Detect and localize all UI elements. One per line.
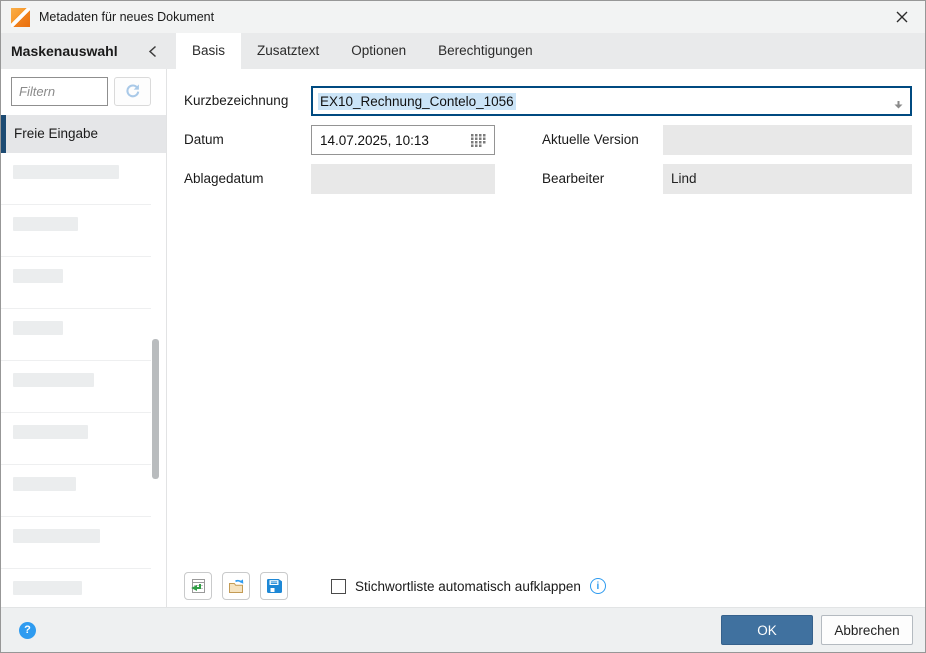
elo-logo-icon (11, 7, 30, 27)
refresh-icon (126, 84, 140, 98)
help-icon[interactable]: ? (19, 621, 36, 639)
aktuelle-version-label: Aktuelle Version (542, 132, 639, 147)
loading-placeholder-bar (13, 217, 78, 231)
info-icon[interactable]: i (589, 578, 606, 594)
loading-placeholder-bar (13, 269, 63, 283)
loading-placeholder-bar (13, 373, 94, 387)
mask-list-item[interactable] (1, 321, 151, 361)
keyword-list-checkbox-label: Stichwortliste automatisch aufklappen (355, 578, 581, 594)
kurzbezeichnung-label: Kurzbezeichnung (184, 93, 289, 108)
tab-optionen[interactable]: Optionen (335, 33, 422, 69)
mask-list-item[interactable] (1, 529, 151, 569)
cancel-button[interactable]: Abbrechen (821, 615, 913, 645)
mask-list-item[interactable] (1, 165, 151, 205)
tab-basis[interactable]: Basis (176, 33, 242, 69)
mask-list-item[interactable] (1, 581, 151, 607)
loading-placeholder-bar (13, 581, 82, 595)
basis-tab-panel: Kurzbezeichnung EX10_Rechnung_Contelo_10… (167, 69, 925, 607)
footer-buttons: OK Abbrechen (721, 615, 913, 645)
mask-list-item[interactable] (1, 425, 151, 465)
mask-list-item[interactable] (1, 217, 151, 257)
mask-selection-title: Maskenauswahl (11, 43, 118, 59)
save-button[interactable] (260, 572, 288, 600)
loading-placeholder-bar (13, 425, 88, 439)
folder-refresh-icon (229, 579, 244, 593)
metadata-dialog: Metadaten für neues Dokument Maskenauswa… (0, 0, 926, 653)
folder-refresh-button[interactable] (222, 572, 250, 600)
ablagedatum-label: Ablagedatum (184, 171, 264, 186)
header-strip: Maskenauswahl Basis Zusatztext Optionen … (1, 33, 925, 69)
mask-list-item[interactable] (1, 269, 151, 309)
datum-field[interactable] (311, 125, 495, 155)
tab-berechtigungen[interactable]: Berechtigungen (422, 33, 549, 69)
bearbeiter-field: Lind (663, 164, 912, 194)
loading-placeholder-bar (13, 477, 76, 491)
refresh-button[interactable] (114, 77, 151, 106)
loading-placeholder-bar (13, 529, 100, 543)
loading-placeholder-bar (13, 165, 119, 179)
close-icon[interactable] (889, 4, 915, 30)
keyword-list-checkbox[interactable] (331, 578, 346, 594)
datum-label: Datum (184, 132, 224, 147)
aktuelle-version-field (663, 125, 912, 155)
loading-placeholder-bar (13, 321, 63, 335)
filter-input[interactable] (11, 77, 108, 106)
mask-skeleton-list (1, 153, 151, 607)
sidebar-scrollbar-thumb[interactable] (152, 339, 159, 479)
ablagedatum-field (311, 164, 495, 194)
mask-item-freie-eingabe[interactable]: Freie Eingabe (1, 115, 166, 153)
chevron-down-icon[interactable] (894, 96, 903, 114)
kurzbezeichnung-value: EX10_Rechnung_Contelo_1056 (318, 92, 516, 110)
tab-zusatztext[interactable]: Zusatztext (241, 33, 335, 69)
collapse-sidebar-icon[interactable] (144, 33, 160, 69)
window-title: Metadaten für neues Dokument (39, 10, 215, 24)
save-floppy-icon (267, 579, 282, 593)
apply-from-list-button[interactable] (184, 572, 212, 600)
date-picker-icon[interactable] (471, 133, 486, 147)
keyword-list-option: Stichwortliste automatisch aufklappen i (331, 572, 606, 600)
bearbeiter-label: Bearbeiter (542, 171, 605, 186)
mask-sidebar: Freie Eingabe (1, 69, 167, 607)
mask-list-item[interactable] (1, 373, 151, 413)
ok-button[interactable]: OK (721, 615, 813, 645)
apply-from-list-icon (191, 579, 205, 593)
title-bar: Metadaten für neues Dokument (1, 1, 925, 33)
datum-input[interactable] (320, 132, 471, 148)
tab-bar: Basis Zusatztext Optionen Berechtigungen (176, 33, 549, 69)
kurzbezeichnung-combobox[interactable]: EX10_Rechnung_Contelo_1056 (311, 86, 912, 116)
mask-list-item[interactable] (1, 477, 151, 517)
dialog-footer: ? OK Abbrechen (1, 607, 925, 652)
